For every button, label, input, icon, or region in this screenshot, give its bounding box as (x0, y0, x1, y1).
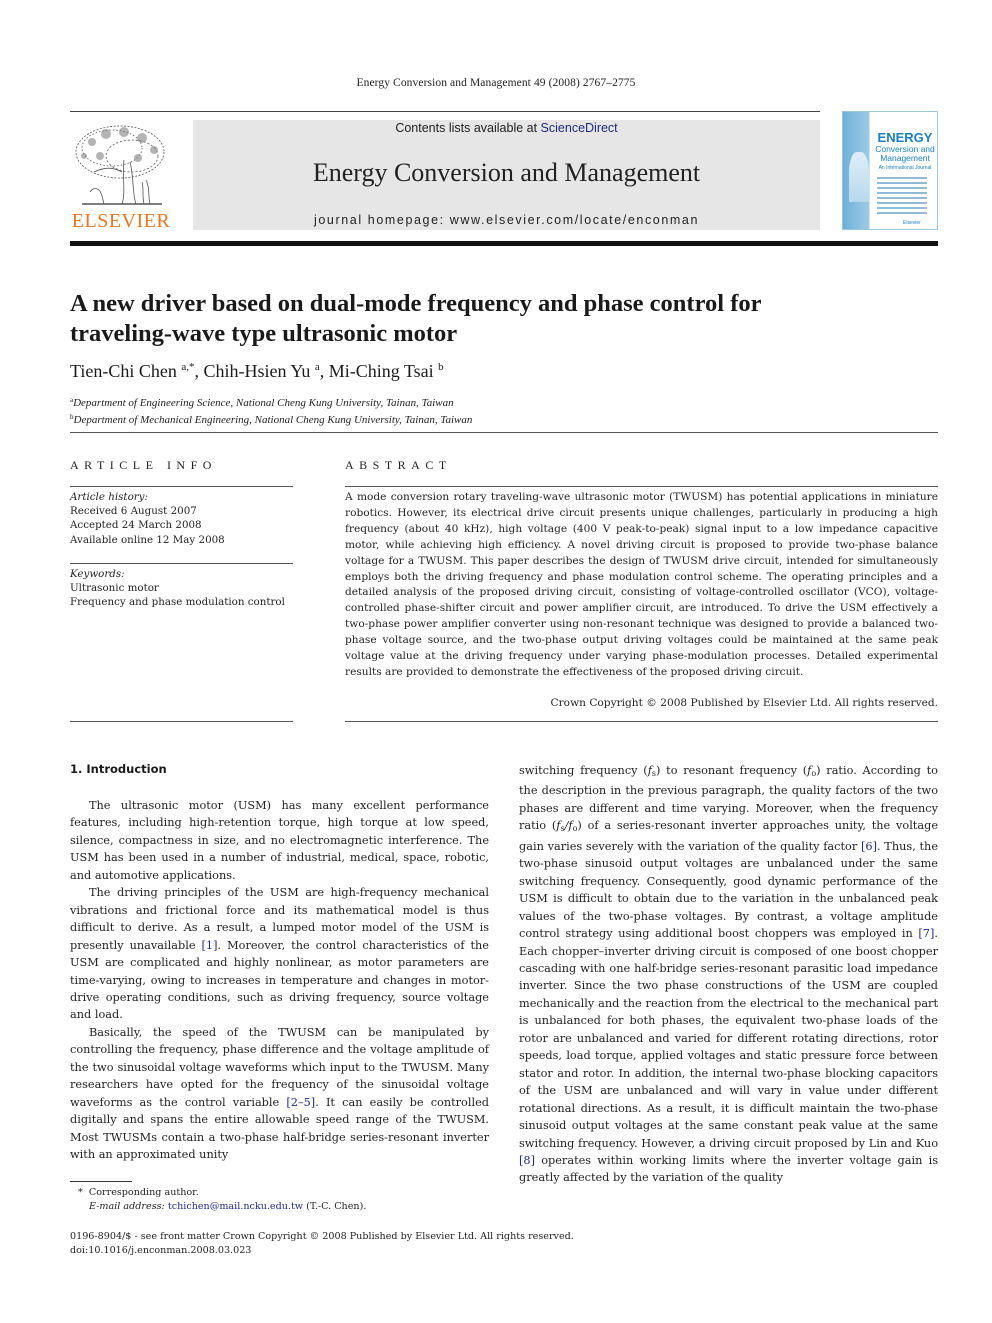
author-list: Tien-Chi Chen a,*, Chih-Hsien Yu a, Mi-C… (70, 361, 444, 381)
paragraph: The ultrasonic motor (USM) has many exce… (70, 799, 489, 882)
abstract-heading: ABSTRACT (345, 458, 452, 472)
section-heading-introduction: 1. Introduction (70, 762, 167, 776)
abstract-copyright: Crown Copyright © 2008 Published by Else… (550, 697, 938, 709)
cover-tagline: An International Journal (878, 165, 932, 171)
author-name[interactable]: Chih-Hsien Yu (204, 361, 311, 381)
citation-link[interactable]: [2–5] (286, 1096, 315, 1109)
history-item: Received 6 August 2007 (70, 505, 197, 518)
email-link[interactable]: tchichen@mail.ncku.edu.tw (168, 1201, 303, 1212)
citation-link[interactable]: [8] (519, 1154, 535, 1167)
keyword-item: Ultrasonic motor (70, 582, 159, 595)
body-column-left: The ultrasonic motor (USM) has many exce… (70, 797, 489, 1164)
sciencedirect-link[interactable]: ScienceDirect (541, 121, 618, 135)
author-marks[interactable]: a,* (181, 361, 194, 373)
footnote-rule (70, 1181, 132, 1182)
cover-contents-lines (877, 177, 933, 217)
cover-publisher: Elsevier (903, 220, 921, 226)
elsevier-tree-icon (75, 125, 165, 205)
citation-link[interactable]: [1] (202, 939, 218, 952)
cover-subtitle: Conversion and Management (875, 144, 935, 163)
citation-link[interactable]: [6] (861, 840, 877, 853)
doi-link[interactable]: doi:10.1016/j.enconman.2008.03.023 (70, 1244, 574, 1258)
affiliation-item: bDepartment of Mechanical Engineering, N… (70, 413, 473, 426)
divider (70, 432, 938, 433)
contents-prefix: Contents lists available at (395, 121, 541, 135)
keywords-label: Keywords: (70, 568, 125, 580)
keywords: Keywords: Ultrasonic motor Frequency and… (70, 567, 293, 610)
header-thick-rule (70, 241, 938, 246)
journal-banner: Contents lists available at ScienceDirec… (193, 120, 820, 230)
divider (70, 486, 293, 487)
keyword-item: Frequency and phase modulation control (70, 596, 285, 609)
cover-title: ENERGY (877, 130, 933, 145)
elsevier-logo[interactable]: ELSEVIER (70, 120, 172, 232)
corresponding-author-note: * Corresponding author. (78, 1187, 199, 1198)
email-note: E-mail address: tchichen@mail.ncku.edu.t… (89, 1201, 367, 1212)
divider (70, 563, 293, 564)
article-history: Article history: Received 6 August 2007 … (70, 490, 293, 547)
paragraph: The driving principles of the USM are hi… (70, 886, 489, 1022)
divider (70, 721, 293, 722)
contents-line: Contents lists available at ScienceDirec… (193, 121, 820, 135)
journal-cover-thumbnail[interactable]: ENERGY Conversion and Management An Inte… (842, 111, 938, 230)
body-column-right: switching frequency (fs) to resonant fre… (519, 762, 938, 1187)
elsevier-wordmark: ELSEVIER (71, 210, 171, 232)
abstract-text: A mode conversion rotary traveling-wave … (345, 491, 938, 678)
affiliation-item: aDepartment of Engineering Science, Nati… (70, 396, 454, 409)
author-name[interactable]: Tien-Chi Chen (70, 361, 177, 381)
paragraph: Basically, the speed of the TWUSM can be… (70, 1025, 489, 1162)
citation-link[interactable]: [7] (918, 927, 934, 940)
paragraph: switching frequency (fs) to resonant fre… (519, 764, 939, 1185)
divider (345, 486, 938, 487)
divider (345, 721, 938, 722)
cooling-tower-image (849, 152, 869, 202)
issn-line: 0196-8904/$ - see front matter Crown Cop… (70, 1231, 574, 1242)
journal-name: Energy Conversion and Management (312, 158, 701, 187)
author-name[interactable]: Mi-Ching Tsai (329, 361, 434, 381)
footnote: * Corresponding author. E-mail address: … (78, 1186, 366, 1214)
journal-homepage-link[interactable]: journal homepage: www.elsevier.com/locat… (193, 213, 820, 227)
history-item: Accepted 24 March 2008 (70, 519, 202, 532)
affiliations: aDepartment of Engineering Science, Nati… (70, 393, 472, 427)
author-marks[interactable]: b (438, 361, 444, 373)
header-rule (70, 111, 820, 112)
article-info-heading: ARTICLE INFO (70, 458, 217, 472)
front-matter: 0196-8904/$ - see front matter Crown Cop… (70, 1230, 574, 1258)
history-item: Available online 12 May 2008 (70, 533, 225, 546)
running-head: Energy Conversion and Management 49 (200… (356, 77, 636, 89)
article-title: A new driver based on dual-mode frequenc… (70, 290, 762, 347)
history-label: Article history: (70, 491, 148, 503)
